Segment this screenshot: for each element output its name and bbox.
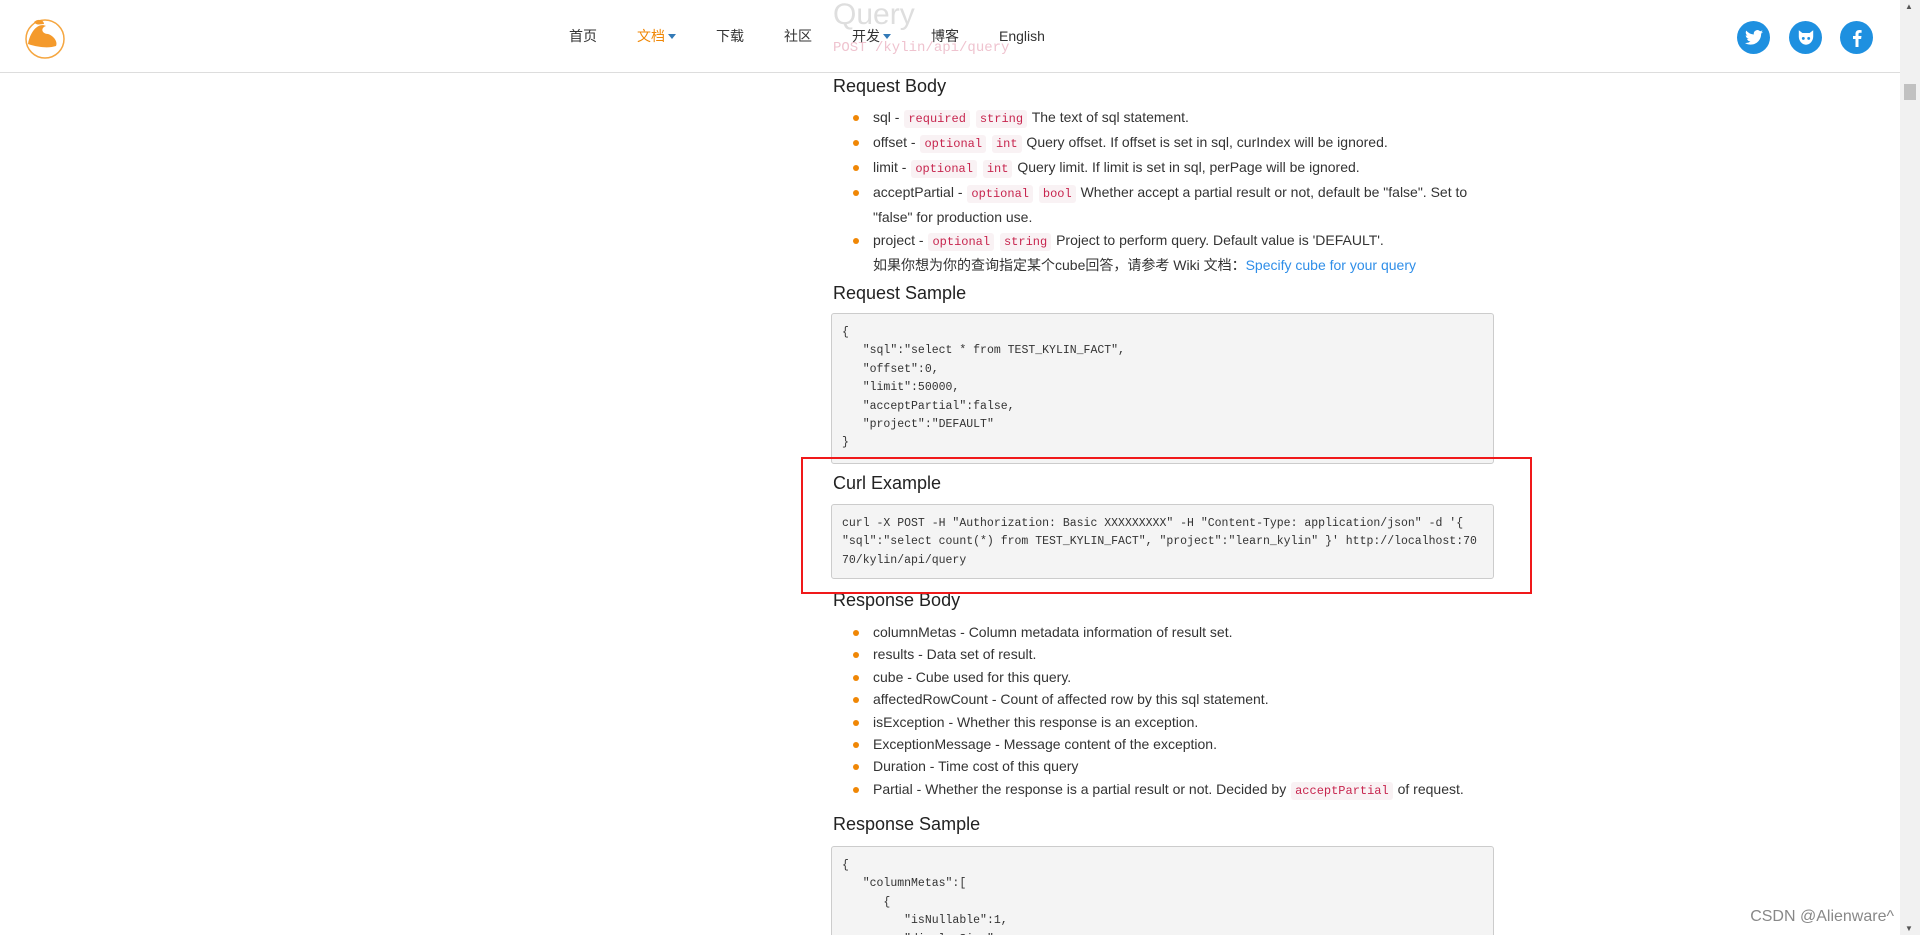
tag: required xyxy=(904,110,970,128)
param-name: sql - xyxy=(873,109,904,125)
param-item: sql - required string The text of sql st… xyxy=(833,106,1493,131)
request-sample-code: { "sql":"select * from TEST_KYLIN_FACT",… xyxy=(831,313,1494,464)
response-body-list: columnMetas - Column metadata informatio… xyxy=(833,621,1493,802)
tag: string xyxy=(975,110,1028,128)
param-item: offset - optional int Query offset. If o… xyxy=(833,131,1493,156)
field-text: of request. xyxy=(1393,780,1464,797)
section-heading: Request Body xyxy=(833,76,947,96)
field-item: columnMetas - Column metadata informatio… xyxy=(833,621,1493,643)
cube-note: 如果你想为你的查询指定某个cube回答，请参考 Wiki 文档：Specify … xyxy=(833,254,1493,277)
param-desc: Query limit. If limit is set in sql, per… xyxy=(1013,159,1360,175)
nav-development[interactable]: 开发 xyxy=(852,26,891,46)
tag: bool xyxy=(1038,185,1076,203)
nav-label: 首页 xyxy=(569,28,597,44)
nav-docs[interactable]: 文档 xyxy=(637,26,676,46)
scrollbar-thumb[interactable] xyxy=(1904,84,1916,100)
caret-down-icon xyxy=(883,33,891,39)
param-desc: Project to perform query. Default value … xyxy=(1052,232,1384,248)
nav-label: 文档 xyxy=(637,28,665,44)
nav-english[interactable]: English xyxy=(999,26,1045,46)
tag: acceptPartial xyxy=(1291,781,1393,800)
param-item: limit - optional int Query limit. If lim… xyxy=(833,156,1493,181)
field-item: Duration - Time cost of this query xyxy=(833,755,1493,777)
twitter-icon[interactable] xyxy=(1737,21,1770,54)
scroll-down-icon[interactable]: ▼ xyxy=(1905,924,1913,933)
param-item: acceptPartial - optional bool Whether ac… xyxy=(833,181,1493,229)
nav-label: 下载 xyxy=(716,28,744,44)
caret-down-icon xyxy=(668,33,676,39)
github-icon[interactable] xyxy=(1789,21,1822,54)
tag: optional xyxy=(967,185,1033,203)
nav-home[interactable]: 首页 xyxy=(569,26,597,46)
param-name: limit - xyxy=(873,159,911,175)
section-heading: Request Sample xyxy=(833,283,967,303)
note-text: 如果你想为你的查询指定某个cube回答，请参考 Wiki 文档： xyxy=(873,257,1246,273)
param-name: acceptPartial - xyxy=(873,184,967,200)
nav-blog[interactable]: 博客 xyxy=(931,26,959,46)
main-nav: 首页 文档 下载 社区 开发 博客 English xyxy=(569,26,1085,46)
param-desc: The text of sql statement. xyxy=(1028,109,1189,125)
param-name: offset - xyxy=(873,134,920,150)
field-item: results - Data set of result. xyxy=(833,643,1493,665)
tag: optional xyxy=(920,135,987,153)
section-heading: Response Sample xyxy=(833,814,981,834)
nav-community[interactable]: 社区 xyxy=(784,26,812,46)
apache-kylin-logo[interactable] xyxy=(20,14,66,60)
facebook-icon[interactable] xyxy=(1840,21,1873,54)
nav-label: 博客 xyxy=(931,28,959,44)
field-item: Partial - Whether the response is a part… xyxy=(833,778,1493,802)
field-item: ExceptionMessage - Message content of th… xyxy=(833,733,1493,755)
param-name: project - xyxy=(873,232,928,248)
nav-label: 社区 xyxy=(784,28,812,44)
param-desc: Query offset. If offset is set in sql, c… xyxy=(1022,134,1388,150)
page-scrollbar[interactable]: ▲ ▼ xyxy=(1900,0,1920,935)
nav-label: English xyxy=(999,28,1045,44)
tag: optional xyxy=(928,233,995,251)
field-item: isException - Whether this response is a… xyxy=(833,711,1493,733)
nav-label: 开发 xyxy=(852,28,880,44)
request-body-list: sql - required string The text of sql st… xyxy=(833,106,1493,277)
tag: optional xyxy=(911,160,977,178)
field-item: affectedRowCount - Count of affected row… xyxy=(833,688,1493,710)
curl-example-highlight-box xyxy=(801,457,1532,594)
csdn-watermark: CSDN @Alienware^ xyxy=(1750,908,1894,925)
tag: int xyxy=(991,135,1022,153)
tag: string xyxy=(999,233,1052,251)
nav-download[interactable]: 下载 xyxy=(716,26,744,46)
scroll-up-icon[interactable]: ▲ xyxy=(1905,2,1913,11)
field-text: Partial - Whether the response is a part… xyxy=(873,780,1291,797)
specify-cube-link[interactable]: Specify cube for your query xyxy=(1246,257,1416,273)
field-item: cube - Cube used for this query. xyxy=(833,666,1493,688)
param-item: project - optional string Project to per… xyxy=(833,229,1493,254)
tag: int xyxy=(982,160,1013,178)
response-sample-code: { "columnMetas":[ { "isNullable":1, "dis… xyxy=(831,846,1494,935)
